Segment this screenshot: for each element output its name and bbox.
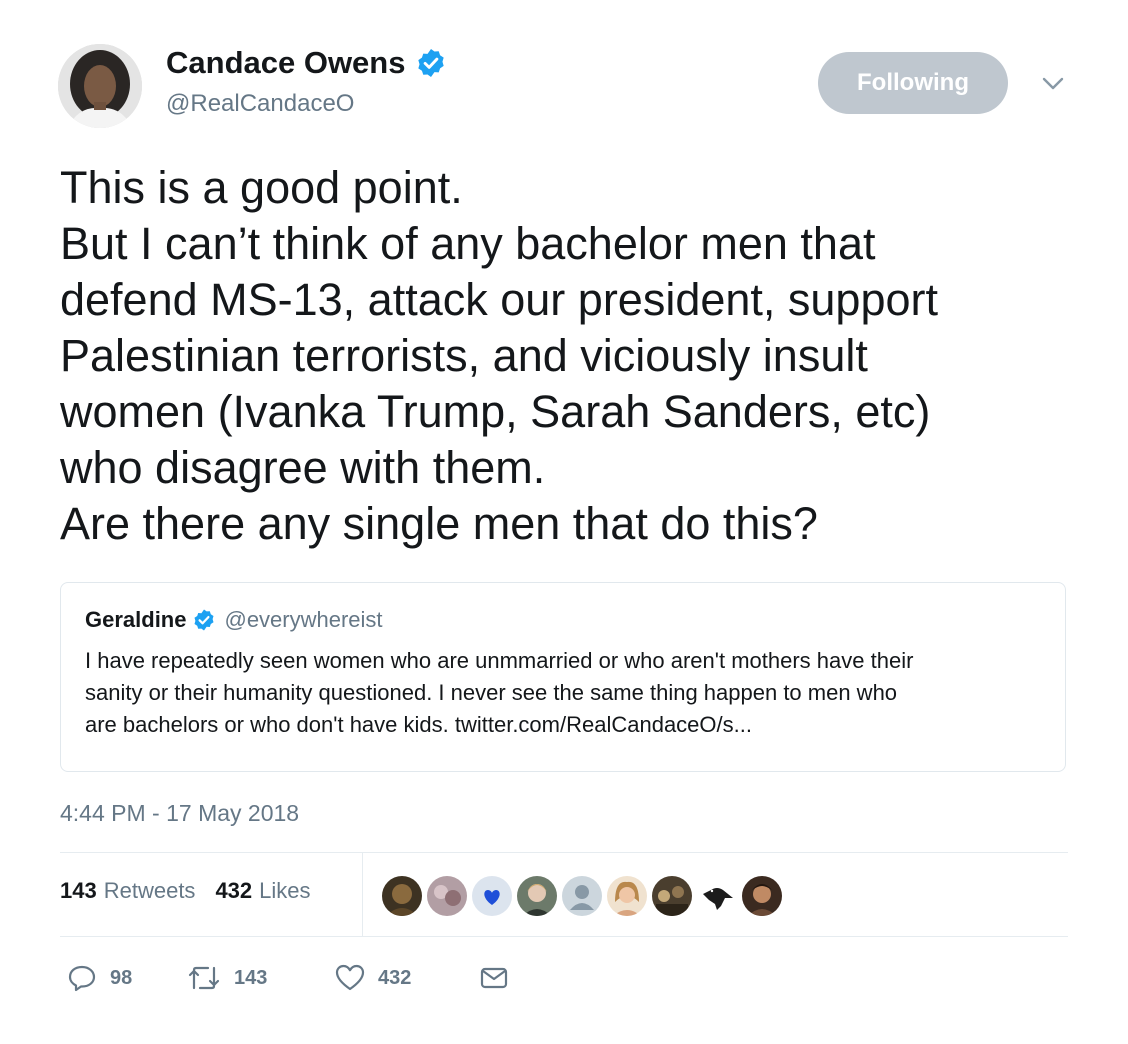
quoted-tweet-line: are bachelors or who don't have kids. tw… (85, 712, 752, 737)
tweet-line: Palestinian terrorists, and viciously in… (60, 330, 868, 381)
quoted-tweet-card[interactable]: Geraldine @everywhereist I have repeated… (60, 582, 1066, 772)
tweet-line: women (Ivanka Trump, Sarah Sanders, etc) (60, 386, 931, 437)
liker-avatar[interactable] (427, 876, 467, 916)
tweet-timestamp[interactable]: 4:44 PM - 17 May 2018 (60, 798, 299, 828)
liker-avatar[interactable] (607, 876, 647, 916)
direct-message-action[interactable] (478, 962, 510, 994)
chevron-down-icon[interactable] (1040, 74, 1066, 94)
reply-icon (68, 965, 96, 992)
verified-badge-icon (194, 609, 214, 631)
likes-label[interactable]: Likes (259, 878, 310, 904)
quoted-author-handle: @everywhereist (224, 607, 383, 632)
liker-avatar[interactable] (742, 876, 782, 916)
divider (60, 936, 1068, 937)
like-count: 432 (378, 966, 412, 989)
likes-count[interactable]: 432 (215, 878, 252, 904)
retweets-count[interactable]: 143 (60, 878, 97, 904)
retweets-label[interactable]: Retweets (104, 878, 196, 904)
quoted-author-name: Geraldine (85, 607, 187, 632)
tweet-stats: 143 Retweets 432 Likes (60, 878, 311, 904)
quoted-tweet-line: I have repeatedly seen women who are unm… (85, 648, 914, 673)
tweet-actions: 98 143 432 (66, 960, 510, 996)
tweet-line: This is a good point. (60, 162, 463, 213)
envelope-icon (480, 967, 508, 989)
tweet-text: This is a good point. But I can’t think … (60, 160, 1080, 552)
liker-avatars (382, 875, 787, 917)
quoted-tweet-line: sanity or their humanity questioned. I n… (85, 680, 898, 705)
author-handle[interactable]: @RealCandaceO (166, 89, 354, 119)
heart-icon (335, 964, 365, 991)
default-avatar-icon[interactable] (562, 876, 602, 916)
retweet-icon (188, 966, 220, 990)
liker-avatar[interactable] (517, 876, 557, 916)
tweet-line: But I can’t think of any bachelor men th… (60, 218, 876, 269)
quoted-tweet-header: Geraldine @everywhereist (85, 607, 383, 633)
verified-badge-icon (418, 49, 445, 77)
tweet-line: Are there any single men that do this? (60, 498, 818, 549)
liker-avatar[interactable] (382, 876, 422, 916)
reply-count: 98 (110, 966, 133, 989)
retweet-action[interactable]: 143 (186, 962, 334, 994)
reply-action[interactable]: 98 (66, 962, 186, 994)
crow-avatar[interactable] (697, 876, 737, 916)
divider (362, 852, 363, 936)
author-name[interactable]: Candace Owens (166, 44, 405, 82)
quoted-tweet-text: I have repeatedly seen women who are unm… (85, 645, 1045, 741)
author-name-row: Candace Owens (166, 44, 447, 82)
like-action[interactable]: 432 (334, 962, 478, 994)
retweet-count: 143 (234, 966, 268, 989)
author-avatar[interactable] (58, 44, 142, 128)
liker-avatar[interactable] (652, 876, 692, 916)
liker-avatar[interactable] (472, 876, 512, 916)
divider (60, 852, 1068, 853)
tweet-line: defend MS-13, attack our president, supp… (60, 274, 939, 325)
following-button[interactable]: Following (818, 52, 1008, 114)
tweet-line: who disagree with them. (60, 442, 546, 493)
